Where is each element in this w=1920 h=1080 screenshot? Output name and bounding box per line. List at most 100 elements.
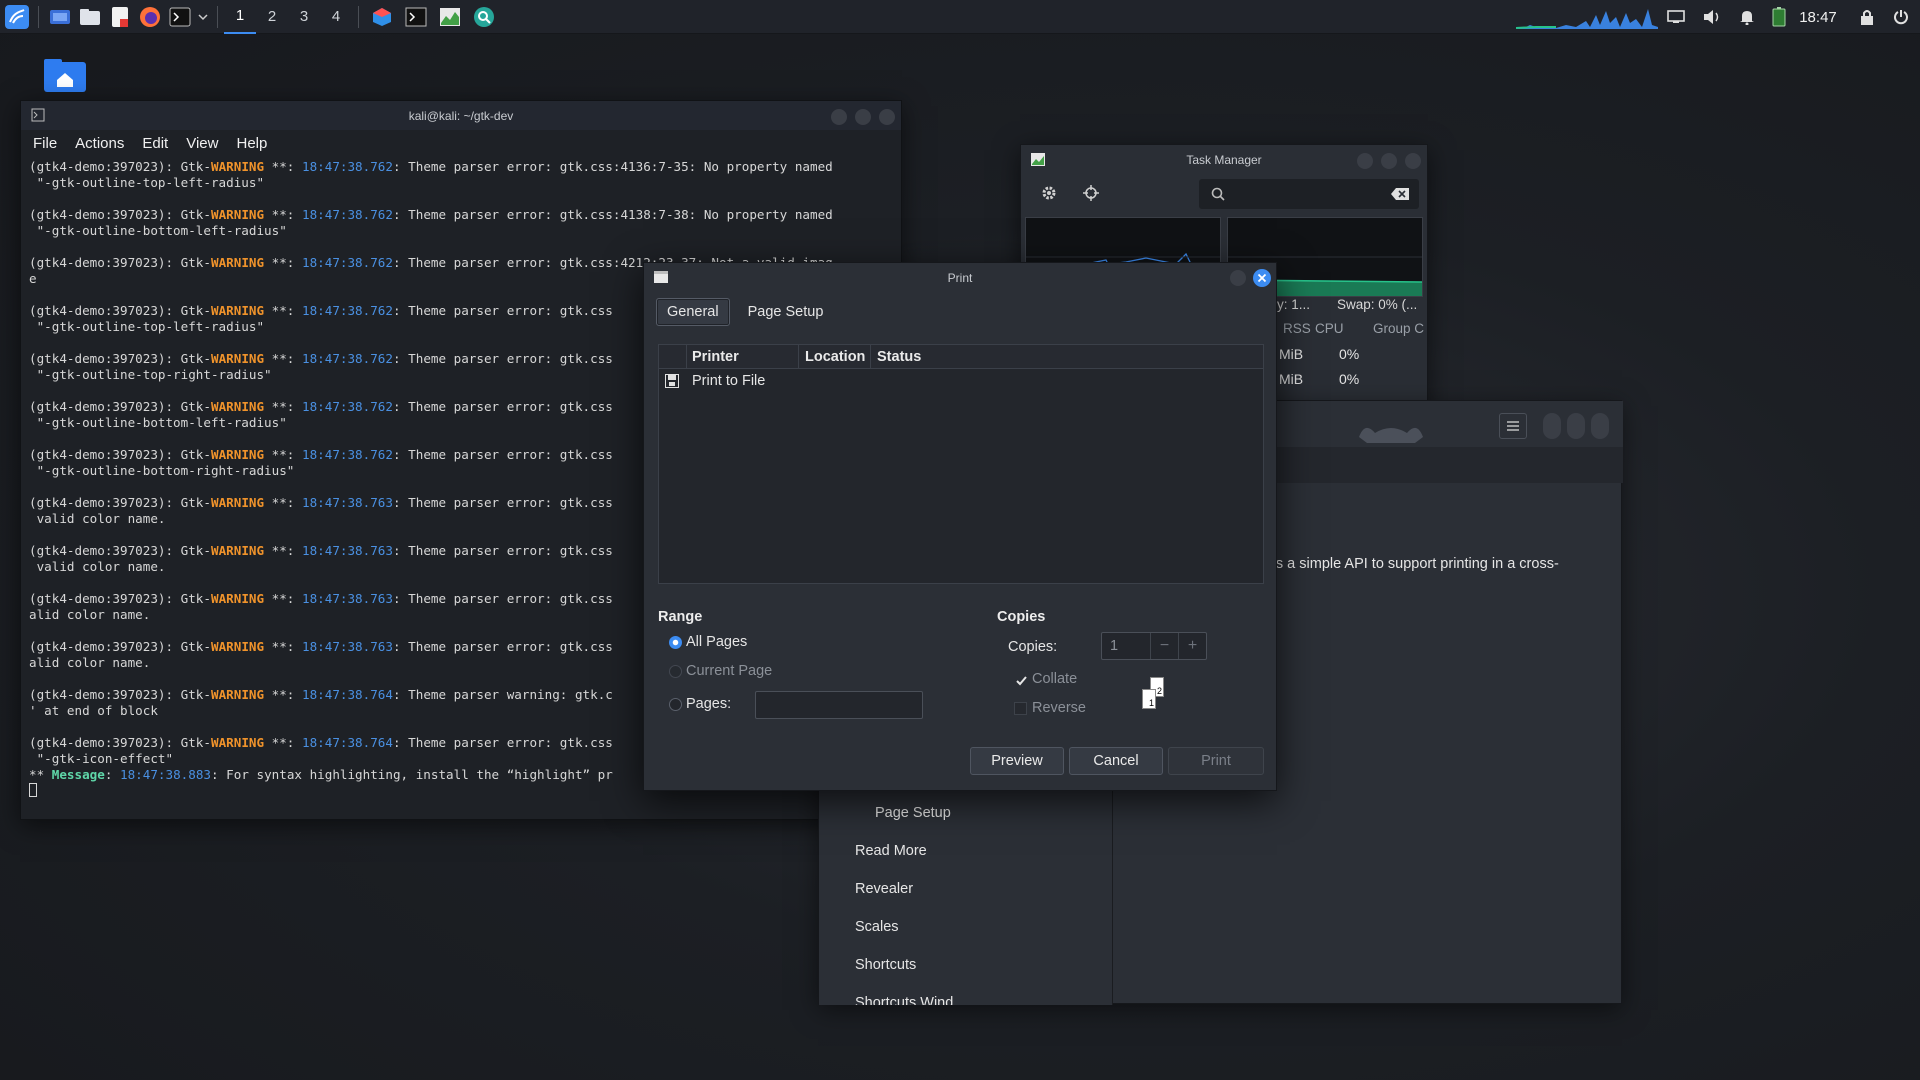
terminal-titlebar[interactable]: kali@kali: ~/gtk-dev — [21, 101, 901, 130]
maximize-button[interactable] — [855, 109, 871, 125]
maximize-button[interactable] — [1381, 153, 1397, 169]
log-separator: **: — [264, 639, 302, 654]
log-message: : Theme parser error: gtk.css — [392, 447, 613, 462]
close-button[interactable] — [1405, 153, 1421, 169]
menu-view[interactable]: View — [186, 135, 218, 152]
power-icon[interactable] — [1886, 0, 1916, 34]
log-level: WARNING — [210, 639, 265, 654]
terminal-icon[interactable] — [165, 2, 195, 32]
list-item[interactable]: Shortcuts Wind — [855, 995, 953, 1005]
menu-edit[interactable]: Edit — [142, 135, 168, 152]
process-search-input[interactable] — [1199, 179, 1419, 209]
collate-preview-icon: 2 1 — [1140, 677, 1172, 713]
list-item[interactable]: Page Setup — [875, 805, 951, 821]
workspace-2[interactable]: 2 — [256, 0, 288, 34]
copies-label: Copies: — [1008, 639, 1058, 655]
log-gap — [29, 239, 891, 255]
log-message: : Theme parser error: gtk.css — [392, 591, 613, 606]
close-button[interactable] — [879, 109, 895, 125]
minimize-button[interactable] — [831, 109, 847, 125]
decrement-button[interactable]: − — [1150, 633, 1178, 659]
tab-general[interactable]: General — [656, 298, 730, 326]
maximize-button[interactable] — [1567, 413, 1585, 439]
minimize-button[interactable] — [1230, 270, 1246, 286]
menu-icon[interactable] — [1499, 413, 1527, 439]
task-manager-titlebar[interactable]: Task Manager — [1021, 145, 1427, 175]
text-editor-icon[interactable] — [105, 2, 135, 32]
reverse-label[interactable]: Reverse — [1032, 700, 1086, 716]
pages-radio[interactable] — [669, 698, 682, 711]
log-level: WARNING — [210, 159, 265, 174]
crosshair-icon[interactable] — [1083, 185, 1099, 201]
collate-label[interactable]: Collate — [1032, 671, 1077, 687]
minimize-button[interactable] — [1357, 153, 1373, 169]
kali-menu-icon[interactable] — [2, 2, 32, 32]
clear-input-icon[interactable] — [1391, 188, 1409, 200]
lock-icon[interactable] — [1852, 0, 1882, 34]
log-source: (gtk4-demo:397023): Gtk- — [29, 591, 211, 606]
column-rss[interactable]: RSS — [1283, 321, 1311, 336]
gear-icon[interactable] — [1041, 185, 1057, 201]
print-button[interactable]: Print — [1168, 747, 1264, 775]
copies-value[interactable]: 1 — [1110, 638, 1118, 654]
cancel-button[interactable]: Cancel — [1069, 747, 1163, 775]
column-cpu[interactable]: CPU — [1315, 321, 1344, 336]
list-item[interactable]: Scales — [855, 919, 899, 935]
increment-button[interactable]: + — [1178, 633, 1206, 659]
range-title: Range — [658, 609, 703, 625]
column-group[interactable]: Group C — [1373, 321, 1424, 336]
column-location[interactable]: Location — [799, 345, 871, 368]
print-titlebar[interactable]: Print — [644, 263, 1276, 292]
menu-file[interactable]: File — [33, 135, 57, 152]
chevron-down-icon[interactable] — [195, 2, 211, 32]
log-separator: **: — [264, 399, 302, 414]
menu-actions[interactable]: Actions — [75, 135, 124, 152]
search-icon[interactable] — [467, 2, 501, 32]
show-desktop-icon[interactable] — [45, 2, 75, 32]
workspace-1[interactable]: 1 — [224, 0, 256, 34]
task-manager-icon[interactable] — [433, 2, 467, 32]
firefox-icon[interactable] — [135, 2, 165, 32]
display-icon[interactable] — [1660, 0, 1692, 34]
tab-page-setup[interactable]: Page Setup — [738, 298, 834, 326]
column-icon — [659, 345, 687, 368]
log-timestamp: 18:47:38.762 — [301, 255, 393, 270]
pages-label[interactable]: Pages: — [686, 696, 731, 712]
log-level: WARNING — [210, 447, 265, 462]
collate-checkbox[interactable] — [1014, 673, 1027, 686]
close-button[interactable] — [1253, 269, 1271, 287]
log-separator: **: — [264, 159, 302, 174]
table-row[interactable]: Print to File — [659, 370, 1263, 394]
file-manager-icon[interactable] — [75, 2, 105, 32]
app-cube-icon[interactable] — [365, 2, 399, 32]
menu-help[interactable]: Help — [236, 135, 267, 152]
list-item[interactable]: Shortcuts — [855, 957, 916, 973]
notification-bell-icon[interactable] — [1731, 0, 1763, 34]
terminal-window-icon[interactable] — [399, 2, 433, 32]
log-source: (gtk4-demo:397023): Gtk- — [29, 447, 211, 462]
current-page-radio[interactable] — [669, 665, 682, 678]
reverse-checkbox[interactable] — [1014, 702, 1027, 715]
list-item[interactable]: Revealer — [855, 881, 913, 897]
battery-icon[interactable] — [1765, 0, 1793, 34]
column-printer[interactable]: Printer — [687, 345, 799, 368]
current-page-label[interactable]: Current Page — [686, 663, 772, 679]
all-pages-radio[interactable] — [669, 636, 682, 649]
table-row-cpu: 0% — [1339, 346, 1360, 362]
pages-input[interactable] — [755, 691, 923, 719]
preview-button[interactable]: Preview — [970, 747, 1064, 775]
minimize-button[interactable] — [1543, 413, 1561, 439]
column-status[interactable]: Status — [871, 345, 1263, 368]
workspace-3[interactable]: 3 — [288, 0, 320, 34]
log-level: Message — [51, 767, 105, 782]
log-level: WARNING — [210, 591, 265, 606]
list-item[interactable]: Read More — [855, 843, 927, 859]
copies-stepper[interactable]: 1 − + — [1101, 632, 1207, 660]
workspace-4[interactable]: 4 — [320, 0, 352, 34]
clock[interactable]: 18:47 — [1794, 0, 1842, 34]
home-folder-icon[interactable] — [43, 58, 87, 94]
volume-icon[interactable] — [1696, 0, 1728, 34]
all-pages-label[interactable]: All Pages — [686, 634, 747, 650]
log-timestamp: 18:47:38.763 — [301, 543, 393, 558]
close-button[interactable] — [1591, 413, 1609, 439]
